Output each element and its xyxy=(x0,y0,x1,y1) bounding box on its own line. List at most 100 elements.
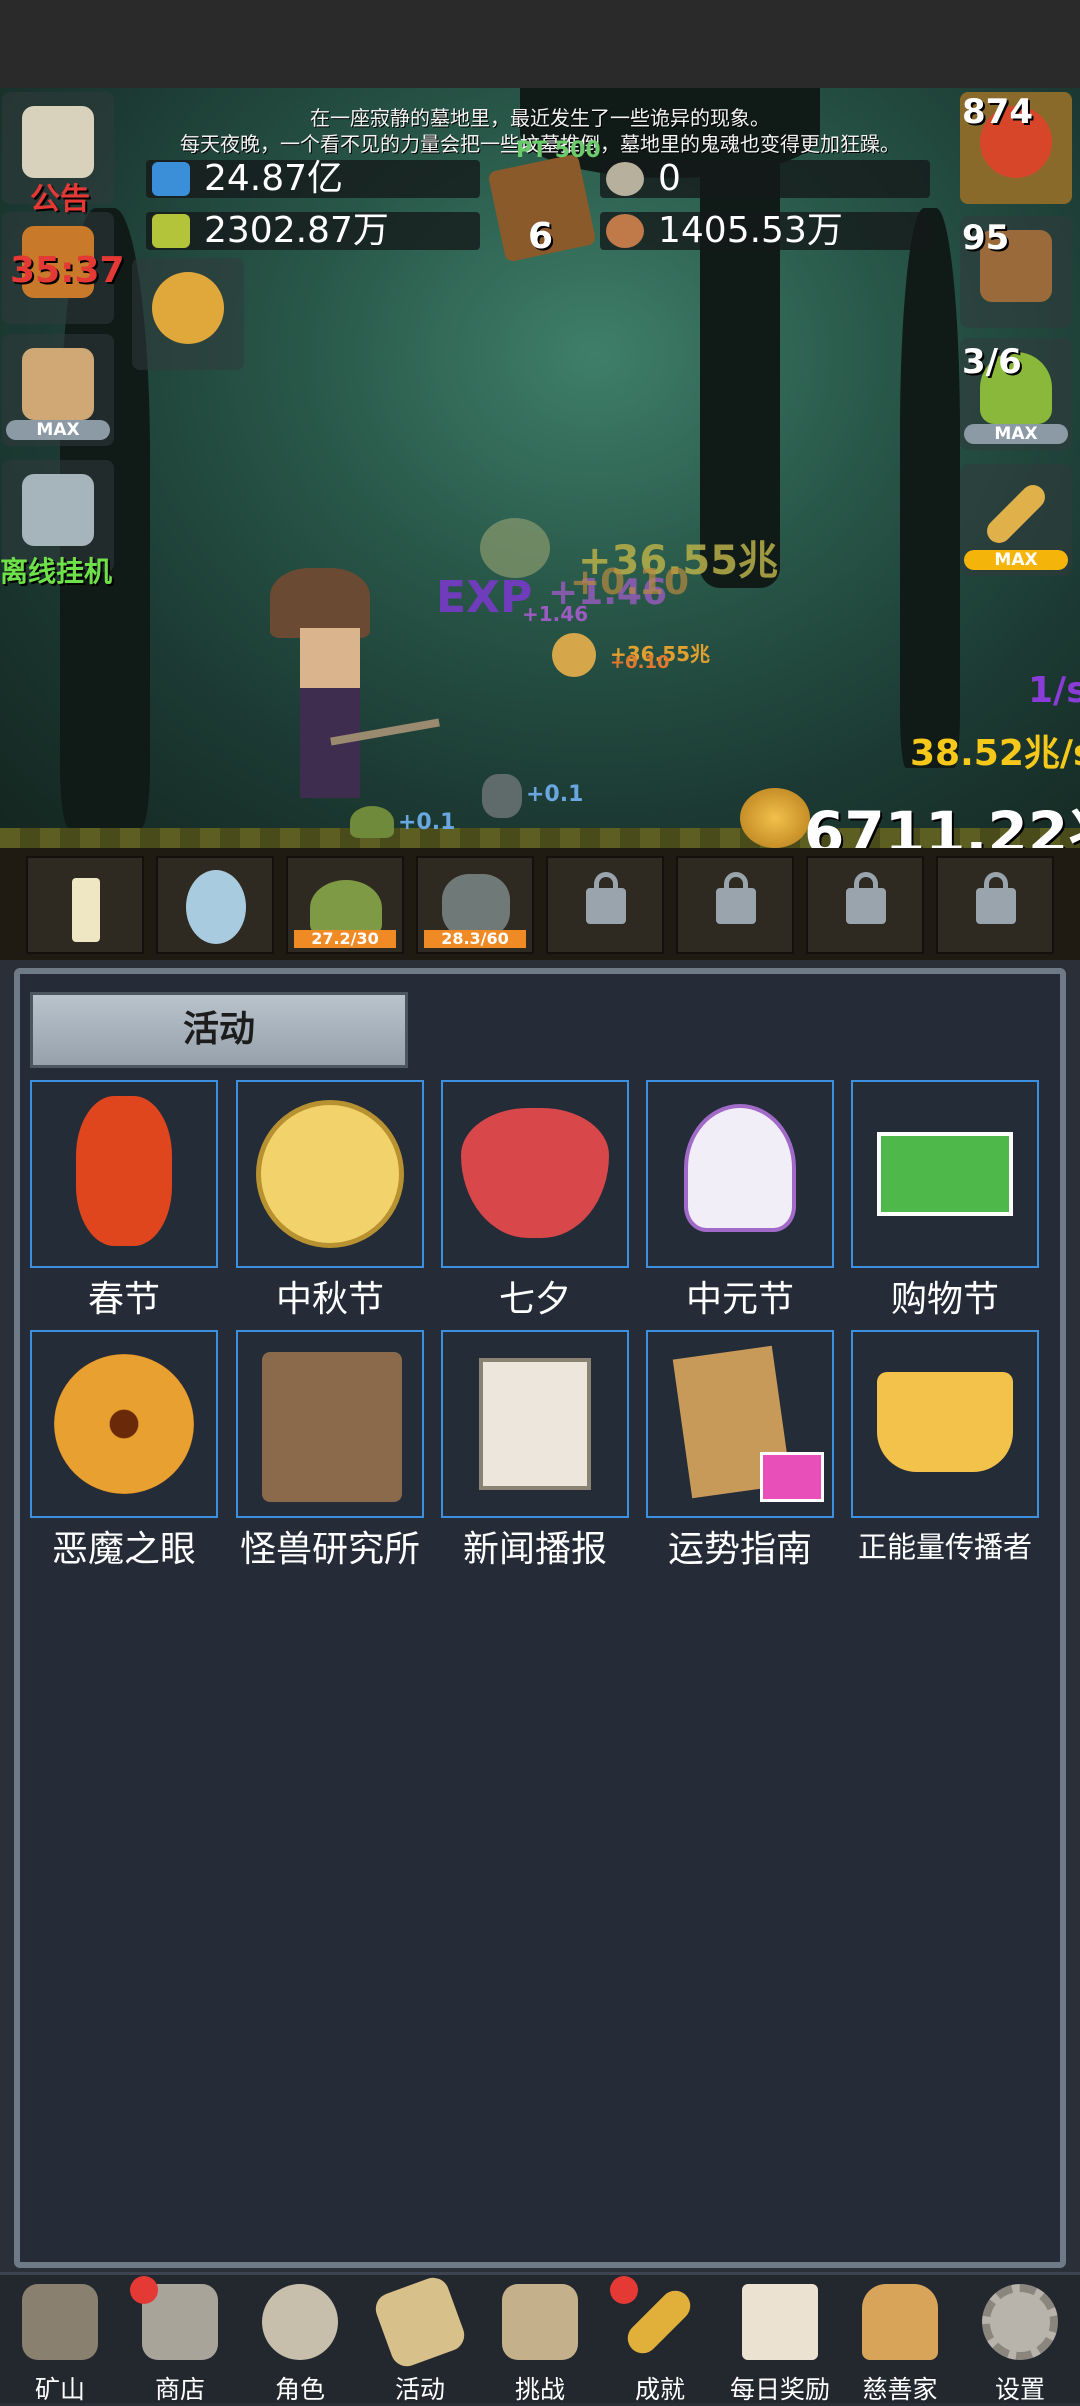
hero-body xyxy=(300,688,360,798)
event-label: 春节 xyxy=(87,1279,160,1320)
scroll-icon xyxy=(371,2273,469,2371)
drink-icon xyxy=(22,348,94,420)
float-gold-small-text-2: +0.10 xyxy=(610,652,670,673)
zombie-enemy[interactable] xyxy=(482,774,522,818)
drink-max-bar: MAX xyxy=(6,420,110,440)
nav-mine[interactable]: 矿山 xyxy=(0,2276,120,2404)
event-label: 七夕 xyxy=(498,1279,571,1320)
locked-slot[interactable] xyxy=(676,856,794,954)
nav-settings[interactable]: 设置 xyxy=(960,2276,1080,2404)
event-card-mid-autumn[interactable] xyxy=(236,1080,424,1268)
nav-label: 挑战 xyxy=(514,2375,565,2404)
slime-slot[interactable]: 27.2/30 xyxy=(286,856,404,954)
skull-icon xyxy=(262,2284,338,2360)
nav-challenge[interactable]: 挑战 xyxy=(480,2276,600,2404)
nav-daily-reward[interactable]: 每日奖励 xyxy=(720,2276,840,2404)
event-card-qixi[interactable] xyxy=(441,1080,629,1268)
tab-activity[interactable]: 活动 xyxy=(30,992,408,1068)
achievement-notification-dot xyxy=(610,2276,638,2304)
key-button[interactable] xyxy=(132,258,244,370)
float-exp-orange-text: +0.10 xyxy=(570,562,689,603)
drink-button[interactable]: MAX xyxy=(2,334,114,446)
wrench-icon xyxy=(22,474,94,546)
event-label: 购物节 xyxy=(890,1279,999,1320)
newspaper-icon xyxy=(479,1358,591,1490)
locked-slot[interactable] xyxy=(546,856,664,954)
lock-icon xyxy=(716,872,756,924)
meat-value: 1405.53万 xyxy=(658,210,843,251)
news-ticker-line-1: 在一座寂静的墓地里，最近发生了一些诡异的现象。 xyxy=(310,106,770,130)
event-label: 恶魔之眼 xyxy=(51,1529,196,1570)
egg-icon xyxy=(186,870,246,944)
silver-coin-resource: 0 xyxy=(600,160,930,198)
moon-icon xyxy=(256,1100,404,1248)
gear-icon xyxy=(982,2284,1058,2360)
sword-icon xyxy=(982,480,1050,548)
nav-label: 设置 xyxy=(994,2375,1045,2404)
gold-drop-icon xyxy=(552,633,596,677)
slime-icon xyxy=(310,880,382,936)
lantern-icon xyxy=(22,2284,98,2360)
gold-rate: 38.52兆/s xyxy=(910,733,1080,774)
sword-button[interactable]: MAX xyxy=(960,464,1072,576)
locked-slot[interactable] xyxy=(936,856,1054,954)
zombie-drop-text: +0.1 xyxy=(526,782,584,807)
chat-heart-icon xyxy=(760,1452,824,1502)
book-count: 6 xyxy=(528,216,554,257)
lock-icon xyxy=(846,872,886,924)
blue-potion-icon xyxy=(152,162,190,196)
nav-label: 成就 xyxy=(634,2375,685,2404)
tree-silhouette xyxy=(900,208,960,768)
event-card-ghost-festival[interactable] xyxy=(646,1080,834,1268)
event-label: 怪兽研究所 xyxy=(239,1529,420,1570)
rate-per-sec: 1/s xyxy=(1028,670,1080,711)
event-card-news[interactable] xyxy=(441,1330,629,1518)
timer-text: 35:37 xyxy=(10,250,125,291)
shop-notification-dot xyxy=(130,2276,158,2304)
meat-icon xyxy=(606,214,644,248)
event-label: 运势指南 xyxy=(667,1529,812,1570)
meat-resource: 1405.53万 xyxy=(600,212,930,250)
monster-lab-icon xyxy=(262,1352,402,1502)
nav-philanthropist[interactable]: 慈善家 xyxy=(840,2276,960,2404)
locked-slot[interactable] xyxy=(806,856,924,954)
nav-character[interactable]: 角色 xyxy=(240,2276,360,2404)
heart-icon xyxy=(461,1108,609,1238)
event-card-fortune[interactable] xyxy=(646,1330,834,1518)
green-potion-resource: 2302.87万 xyxy=(146,212,480,250)
nav-label: 活动 xyxy=(394,2375,445,2404)
candle-icon xyxy=(72,878,100,942)
silver-coin-value: 0 xyxy=(658,158,681,199)
nav-label: 慈善家 xyxy=(862,2375,938,2404)
slime-count: 3/6 xyxy=(962,342,1022,382)
map-icon xyxy=(502,2284,578,2360)
hero-face xyxy=(300,628,360,688)
golden-key-icon xyxy=(152,272,224,344)
event-label: 新闻播报 xyxy=(462,1529,607,1570)
nav-label: 每日奖励 xyxy=(729,2375,830,2404)
demon-eye-icon xyxy=(54,1354,194,1494)
zombie-slot[interactable]: 28.3/60 xyxy=(416,856,534,954)
lock-icon xyxy=(586,872,626,924)
blue-potion-value: 24.87亿 xyxy=(204,158,344,199)
nav-activity[interactable]: 活动 xyxy=(360,2273,480,2404)
sword-max-bar: MAX xyxy=(964,550,1068,570)
event-label: 中元节 xyxy=(685,1279,794,1320)
scroll-icon xyxy=(22,106,94,178)
nav-label: 商店 xyxy=(154,2375,205,2404)
slime-enemy[interactable] xyxy=(350,806,394,838)
gold-coin-icon xyxy=(740,788,810,848)
event-card-monster-lab[interactable] xyxy=(236,1330,424,1518)
candle-slot[interactable] xyxy=(26,856,144,954)
event-card-shopping-festival[interactable] xyxy=(851,1080,1039,1268)
event-card-spring-festival[interactable] xyxy=(30,1080,218,1268)
nav-label: 角色 xyxy=(274,2375,325,2404)
event-card-demon-eye[interactable] xyxy=(30,1330,218,1518)
lock-icon xyxy=(976,872,1016,924)
silver-coin-icon xyxy=(606,162,644,196)
egg-slot[interactable] xyxy=(156,856,274,954)
green-potion-value: 2302.87万 xyxy=(204,210,389,251)
lantern-icon xyxy=(76,1096,172,1246)
event-card-positive-energy[interactable] xyxy=(851,1330,1039,1518)
slime-drop-text: +0.1 xyxy=(398,810,456,835)
